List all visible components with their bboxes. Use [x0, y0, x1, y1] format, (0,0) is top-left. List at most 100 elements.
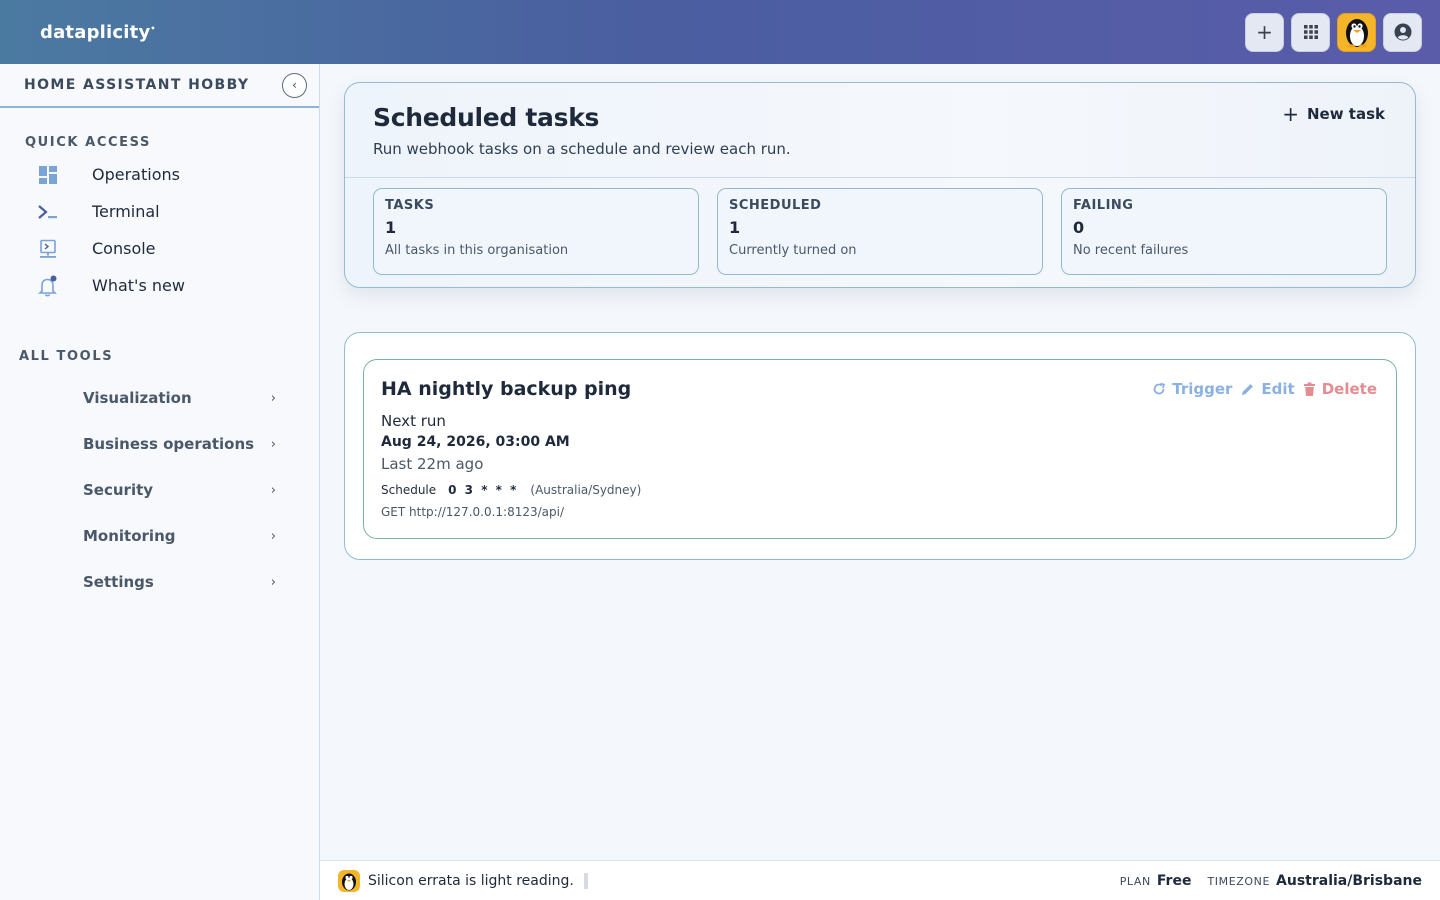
scheduled-tasks-header: Scheduled tasks Run webhook tasks on a s… [344, 82, 1416, 288]
stat-key: SCHEDULED [729, 198, 822, 213]
task-actions: Trigger Edit Delete [1152, 380, 1377, 398]
stat-card-tasks: TASKS 1 All tasks in this organisation [373, 188, 699, 275]
stat-desc: No recent failures [1073, 243, 1189, 258]
sidebar-item-label: Monitoring [83, 527, 176, 545]
stat-key: TASKS [385, 198, 435, 213]
delete-button[interactable]: Delete [1303, 380, 1377, 398]
user-circle-icon [1394, 23, 1411, 41]
brand-name: dataplicity [40, 21, 151, 43]
sidebar-item-whats-new[interactable]: What's new [0, 267, 320, 304]
stats-row: TASKS 1 All tasks in this organisation S… [373, 188, 1387, 275]
all-tools-list: Visualization › Business operations › Se… [0, 375, 320, 605]
edit-button[interactable]: Edit [1240, 380, 1295, 398]
sidebar-item-business-operations[interactable]: Business operations › [0, 421, 320, 467]
avatar-button[interactable] [1337, 12, 1376, 52]
quick-access-label: QUICK ACCESS [25, 135, 151, 150]
top-actions: + [1245, 12, 1422, 52]
add-button[interactable]: + [1245, 12, 1284, 52]
stat-card-scheduled: SCHEDULED 1 Currently turned on [717, 188, 1043, 275]
sidebar-item-label: Console [92, 239, 156, 258]
ticker: Silicon errata is light reading. [338, 869, 588, 892]
brand-logo[interactable]: dataplicity• [40, 22, 156, 43]
stat-desc: All tasks in this organisation [385, 243, 569, 258]
task-card[interactable]: HA nightly backup ping Trigger Edit Dele… [363, 359, 1397, 539]
new-task-button[interactable]: + New task [1282, 102, 1385, 126]
status-footer: Silicon errata is light reading. PLAN Fr… [320, 860, 1440, 900]
delete-label: Delete [1321, 380, 1377, 398]
penguin-icon [338, 869, 360, 892]
sidebar-item-label: Security [83, 481, 154, 499]
dashboard-icon [37, 164, 59, 186]
all-tools-label: ALL TOOLS [19, 349, 114, 364]
header-divider [345, 177, 1415, 178]
chevron-right-icon: › [270, 390, 276, 406]
timezone-value: Australia/Brisbane [1276, 872, 1422, 889]
trigger-label: Trigger [1172, 380, 1233, 398]
main-content: Scheduled tasks Run webhook tasks on a s… [320, 64, 1440, 860]
sidebar-item-console[interactable]: Console [0, 230, 320, 267]
task-name: HA nightly backup ping [381, 378, 632, 400]
cron-expression: 0 3 * * * [448, 483, 519, 497]
footer-meta: PLAN Free TIMEZONE Australia/Brisbane [1120, 873, 1422, 889]
sidebar-item-label: Terminal [92, 202, 160, 221]
edit-label: Edit [1261, 380, 1295, 398]
plus-icon: + [1282, 102, 1299, 126]
task-endpoint: GET http://127.0.0.1:8123/api/ [381, 505, 565, 519]
terminal-icon [37, 201, 59, 223]
console-icon [37, 238, 59, 260]
stat-value: 1 [729, 218, 741, 237]
plan-value: Free [1156, 872, 1192, 889]
schedule-label: Schedule [381, 483, 437, 497]
org-switcher[interactable]: HOME ASSISTANT HOBBY ‹ [0, 64, 319, 108]
brand-mark: • [150, 23, 156, 33]
sidebar-item-monitoring[interactable]: Monitoring › [0, 513, 320, 559]
stat-value: 1 [385, 218, 397, 237]
page-title: Scheduled tasks [373, 103, 600, 132]
quick-access-list: Operations Terminal Console What's new [0, 156, 320, 304]
sidebar-item-terminal[interactable]: Terminal [0, 193, 320, 230]
sidebar-item-security[interactable]: Security › [0, 467, 320, 513]
sidebar-item-label: What's new [92, 276, 185, 295]
next-run-value: Aug 24, 2026, 03:00 AM [381, 434, 570, 450]
plus-icon: + [1256, 20, 1273, 44]
last-run: Last 22m ago [381, 455, 484, 473]
collapse-sidebar-button[interactable]: ‹ [282, 72, 307, 98]
penguin-icon [1345, 19, 1368, 48]
stat-desc: Currently turned on [729, 243, 857, 258]
grid-icon [1303, 25, 1318, 39]
refresh-icon [1153, 382, 1166, 395]
chevron-right-icon: › [270, 436, 276, 452]
sidebar-item-label: Visualization [83, 389, 192, 407]
stat-card-failing: FAILING 0 No recent failures [1061, 188, 1387, 275]
trigger-button[interactable]: Trigger [1152, 380, 1232, 398]
sidebar-item-operations[interactable]: Operations [0, 156, 320, 193]
stat-key: FAILING [1073, 198, 1134, 213]
task-list-panel: HA nightly backup ping Trigger Edit Dele… [344, 332, 1416, 560]
sidebar-item-label: Business operations [83, 435, 255, 453]
org-name: HOME ASSISTANT HOBBY [24, 77, 250, 93]
chevron-right-icon: › [270, 574, 276, 590]
sidebar-item-settings[interactable]: Settings › [0, 559, 320, 605]
apps-button[interactable] [1291, 12, 1330, 52]
sidebar-item-visualization[interactable]: Visualization › [0, 375, 320, 421]
bell-icon [37, 275, 59, 297]
next-run-label: Next run [381, 412, 446, 430]
text-cursor [583, 872, 588, 889]
schedule-row: Schedule 0 3 * * * (Australia/Sydney) [381, 483, 641, 497]
plan-label: PLAN [1119, 874, 1151, 888]
new-task-label: New task [1306, 105, 1385, 123]
top-bar: dataplicity• + [0, 0, 1440, 64]
sidebar-item-label: Operations [92, 165, 180, 184]
ticker-text: Silicon errata is light reading. [368, 872, 574, 889]
chevron-right-icon: › [270, 482, 276, 498]
pencil-icon [1242, 383, 1254, 395]
account-button[interactable] [1383, 12, 1422, 52]
trash-icon [1303, 382, 1315, 396]
timezone-label: TIMEZONE [1207, 874, 1271, 888]
sidebar-item-label: Settings [83, 573, 154, 591]
schedule-timezone: (Australia/Sydney) [530, 483, 642, 497]
chevron-right-icon: › [270, 528, 276, 544]
chevron-left-icon: ‹ [292, 78, 297, 92]
page-subtitle: Run webhook tasks on a schedule and revi… [373, 140, 791, 158]
sidebar: HOME ASSISTANT HOBBY ‹ QUICK ACCESS Oper… [0, 64, 320, 900]
